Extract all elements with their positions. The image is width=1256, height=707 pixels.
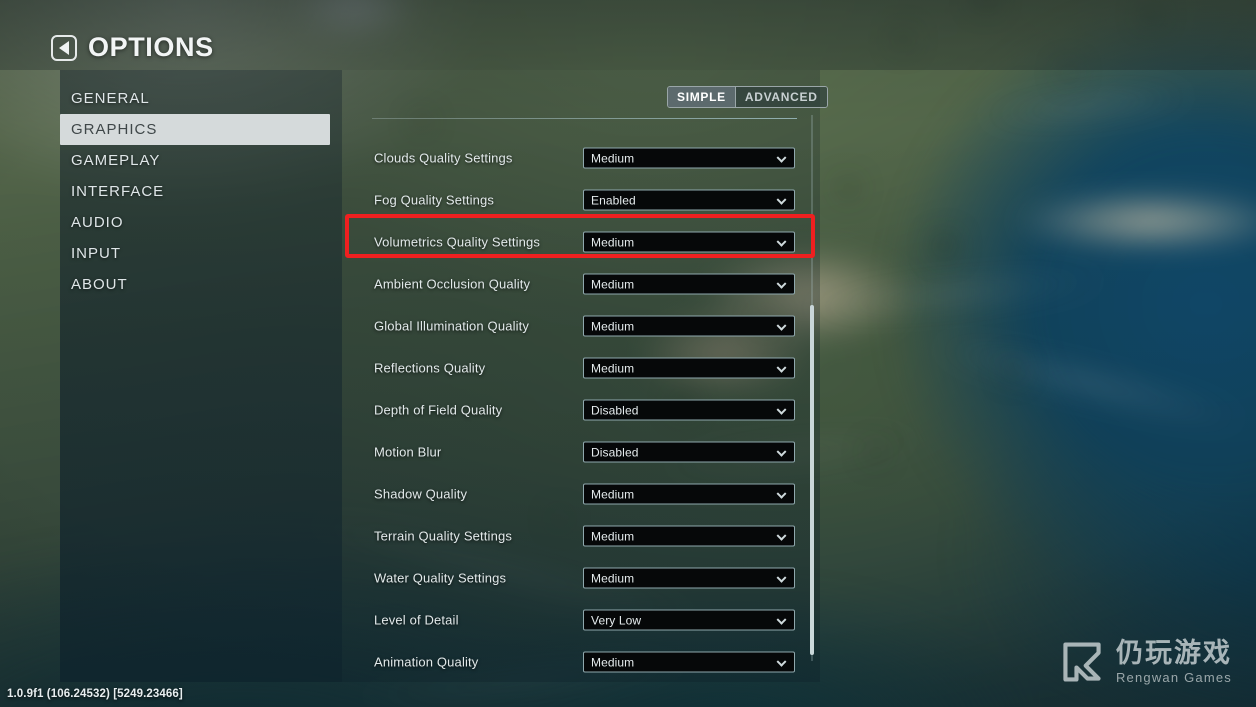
- setting-dropdown[interactable]: Disabled: [583, 441, 795, 463]
- sidebar-item-label: INTERFACE: [71, 183, 165, 200]
- sidebar-item-label: AUDIO: [71, 214, 124, 231]
- setting-dropdown[interactable]: Medium: [583, 525, 795, 547]
- setting-dropdown[interactable]: Medium: [583, 315, 795, 337]
- chevron-down-icon: [776, 488, 787, 499]
- setting-row: Reflections Quality Medium: [342, 347, 820, 389]
- watermark-en-name: Rengwan Games: [1115, 669, 1232, 685]
- chevron-down-icon: [776, 236, 787, 247]
- setting-label: Depth of Field Quality: [374, 402, 503, 418]
- chevron-down-icon: [776, 656, 787, 667]
- setting-row: Global Illumination Quality Medium: [342, 305, 820, 347]
- header-bar: OPTIONS: [0, 0, 1256, 70]
- setting-dropdown[interactable]: Enabled: [583, 189, 795, 211]
- setting-row: Water Quality Settings Medium: [342, 557, 820, 599]
- sidebar-item-label: GENERAL: [71, 90, 150, 107]
- setting-dropdown-value: Medium: [591, 361, 635, 375]
- setting-label: Animation Quality: [374, 654, 479, 670]
- back-triangle-icon: [58, 41, 69, 55]
- setting-row: Terrain Quality Settings Medium: [342, 515, 820, 557]
- sidebar-item-audio[interactable]: AUDIO: [60, 207, 342, 238]
- setting-label: Level of Detail: [374, 612, 459, 628]
- setting-row: Volumetrics Quality Settings Medium: [342, 221, 820, 263]
- setting-dropdown[interactable]: Very Low: [583, 609, 795, 631]
- sidebar-item-interface[interactable]: INTERFACE: [60, 176, 342, 207]
- sidebar-item-label: INPUT: [71, 245, 121, 262]
- settings-panel: SIMPLE ADVANCED Clouds Quality Settings M…: [342, 70, 828, 683]
- back-button[interactable]: [51, 35, 77, 61]
- chevron-down-icon: [776, 614, 787, 625]
- setting-dropdown-value: Medium: [591, 235, 635, 249]
- setting-label: Shadow Quality: [374, 486, 468, 502]
- setting-label: Terrain Quality Settings: [374, 528, 512, 544]
- chevron-down-icon: [776, 404, 787, 415]
- setting-dropdown[interactable]: Medium: [583, 357, 795, 379]
- chevron-down-icon: [776, 530, 787, 541]
- sidebar-item-label: ABOUT: [71, 276, 128, 293]
- setting-dropdown[interactable]: Medium: [583, 147, 795, 169]
- sidebar-nav-list: GENERAL GRAPHICS GAMEPLAY INTERFACE AUDI…: [60, 70, 342, 300]
- setting-label: Motion Blur: [374, 444, 442, 460]
- setting-dropdown[interactable]: Medium: [583, 651, 795, 673]
- setting-dropdown[interactable]: Medium: [583, 231, 795, 253]
- setting-row: Fog Quality Settings Enabled: [342, 179, 820, 221]
- setting-dropdown[interactable]: Disabled: [583, 399, 795, 421]
- setting-dropdown-value: Disabled: [591, 403, 639, 417]
- chevron-down-icon: [776, 362, 787, 373]
- setting-row: Motion Blur Disabled: [342, 431, 820, 473]
- setting-dropdown[interactable]: Medium: [583, 273, 795, 295]
- sidebar-item-about[interactable]: ABOUT: [60, 269, 342, 300]
- sidebar-item-label: GAMEPLAY: [71, 152, 161, 169]
- settings-scrollbar-thumb[interactable]: [810, 305, 814, 655]
- setting-label: Fog Quality Settings: [374, 192, 495, 208]
- version-label: 1.0.9f1 (106.24532) [5249.23466]: [7, 688, 183, 700]
- setting-label: Reflections Quality: [374, 360, 486, 376]
- chevron-down-icon: [776, 152, 787, 163]
- setting-dropdown[interactable]: Medium: [583, 567, 795, 589]
- chevron-down-icon: [776, 320, 787, 331]
- setting-dropdown-value: Medium: [591, 319, 635, 333]
- page-title: OPTIONS: [88, 32, 214, 62]
- setting-row: Clouds Quality Settings Medium: [342, 137, 820, 179]
- chevron-down-icon: [776, 572, 787, 583]
- sidebar-item-gameplay[interactable]: GAMEPLAY: [60, 145, 342, 176]
- setting-dropdown-value: Medium: [591, 571, 635, 585]
- watermark: 仍玩游戏 Rengwan Games: [1059, 639, 1232, 685]
- sidebar-item-graphics[interactable]: GRAPHICS: [60, 114, 330, 145]
- sidebar: GENERAL GRAPHICS GAMEPLAY INTERFACE AUDI…: [60, 70, 342, 682]
- setting-label: Volumetrics Quality Settings: [374, 234, 541, 250]
- setting-row: Level of Detail Very Low: [342, 599, 820, 641]
- chevron-down-icon: [776, 278, 787, 289]
- sidebar-item-input[interactable]: INPUT: [60, 238, 342, 269]
- mode-tab-group: SIMPLE ADVANCED: [667, 86, 828, 108]
- setting-dropdown-value: Medium: [591, 655, 635, 669]
- setting-dropdown-value: Medium: [591, 151, 635, 165]
- setting-dropdown-value: Disabled: [591, 445, 639, 459]
- setting-dropdown-value: Enabled: [591, 193, 636, 207]
- game-options-screen: OPTIONS GENERAL GRAPHICS GAMEPLAY INTERF…: [0, 0, 1256, 707]
- sidebar-item-general[interactable]: GENERAL: [60, 83, 342, 114]
- setting-row: Shadow Quality Medium: [342, 473, 820, 515]
- watermark-text: 仍玩游戏 Rengwan Games: [1115, 638, 1232, 685]
- sidebar-item-label: GRAPHICS: [71, 121, 158, 138]
- setting-row: Ambient Occlusion Quality Medium: [342, 263, 820, 305]
- setting-label: Ambient Occlusion Quality: [374, 276, 531, 292]
- rengwan-logo-icon: [1063, 642, 1101, 682]
- setting-row: Animation Quality Medium: [342, 641, 820, 683]
- chevron-down-icon: [776, 446, 787, 457]
- setting-dropdown-value: Medium: [591, 487, 635, 501]
- setting-dropdown-value: Medium: [591, 277, 635, 291]
- setting-dropdown-value: Very Low: [591, 613, 642, 627]
- setting-row: Depth of Field Quality Disabled: [342, 389, 820, 431]
- setting-dropdown-value: Medium: [591, 529, 635, 543]
- watermark-cn-name: 仍玩游戏: [1115, 638, 1232, 669]
- chevron-down-icon: [776, 194, 787, 205]
- setting-dropdown[interactable]: Medium: [583, 483, 795, 505]
- tab-simple[interactable]: SIMPLE: [668, 87, 735, 107]
- tab-advanced[interactable]: ADVANCED: [734, 87, 827, 107]
- panel-divider: [372, 118, 797, 119]
- setting-label: Water Quality Settings: [374, 570, 507, 586]
- setting-label: Global Illumination Quality: [374, 318, 530, 334]
- setting-label: Clouds Quality Settings: [374, 150, 513, 166]
- settings-list: Clouds Quality Settings Medium Fog Quality…: [342, 137, 820, 683]
